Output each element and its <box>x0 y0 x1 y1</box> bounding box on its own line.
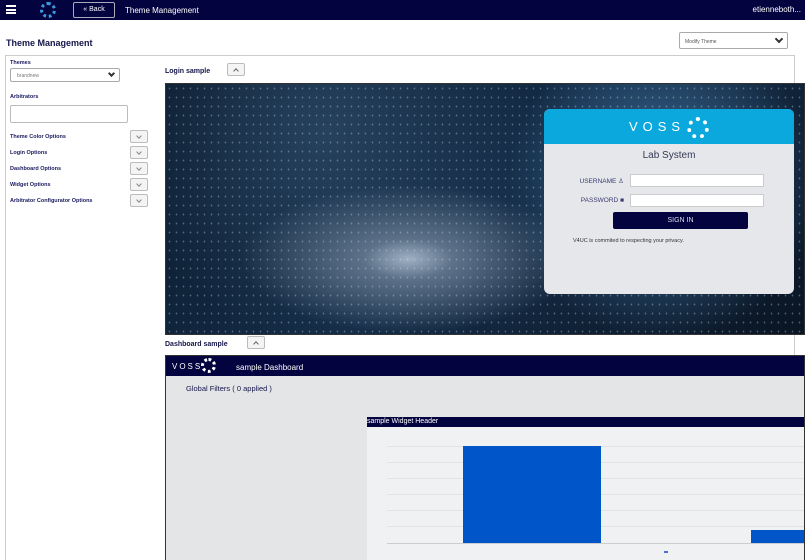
widget-options-toggle[interactable] <box>130 178 148 191</box>
privacy-text: V4UC is commited to respecting your priv… <box>573 238 684 244</box>
themes-select-value: brandnew <box>17 73 39 79</box>
back-button[interactable]: « Back <box>73 2 115 18</box>
login-card: VOSS Lab System USERNAME ♙ PASSWORD ■ SI… <box>544 109 794 294</box>
login-options-toggle[interactable] <box>130 146 148 159</box>
dashboard-sample-collapse-button[interactable] <box>247 336 265 349</box>
password-input[interactable] <box>630 194 764 207</box>
widget-header: sample Widget Header <box>367 417 804 427</box>
action-select-value: Modify Theme <box>685 39 717 45</box>
dashboard-title: sample Dashboard <box>236 363 304 372</box>
password-label: PASSWORD <box>580 197 619 204</box>
action-select[interactable]: Modify Theme <box>679 32 788 49</box>
brand-text: VOSS <box>172 362 203 371</box>
dashboard-preview: VOSS sample Dashboard Global Filters ( 0… <box>165 355 805 560</box>
login-sample-collapse-button[interactable] <box>227 63 245 76</box>
page-title: Theme Management <box>6 38 93 48</box>
system-name: Lab System <box>642 150 696 161</box>
global-filters[interactable]: Global Filters ( 0 applied ) <box>186 384 272 393</box>
chevron-down-icon <box>774 34 784 44</box>
top-bar: « Back Theme Management etienneboth... <box>0 0 805 20</box>
dashboard-sample-label: Dashboard sample <box>165 341 228 348</box>
sign-in-button[interactable]: SIGN IN <box>613 212 748 229</box>
lock-icon: ■ <box>620 197 624 204</box>
voss-logo-icon[interactable] <box>40 2 56 18</box>
topbar-title: Theme Management <box>125 6 199 15</box>
option-label: Dashboard Options <box>10 166 62 172</box>
voss-logo-icon <box>687 116 710 139</box>
x-axis <box>387 543 804 544</box>
arbitrator-configurator-options-toggle[interactable] <box>130 194 148 207</box>
username-input[interactable] <box>630 174 764 187</box>
arbitrators-input[interactable] <box>10 105 128 123</box>
arbitrators-label: Arbitrators <box>10 94 39 100</box>
login-card-header: VOSS <box>544 109 794 144</box>
option-label: Theme Color Options <box>10 134 66 140</box>
option-label: Arbitrator Configurator Options <box>10 198 93 204</box>
dashboard-options-toggle[interactable] <box>130 162 148 175</box>
chevron-down-icon <box>107 69 116 78</box>
option-label: Login Options <box>10 150 48 156</box>
user-menu[interactable]: etienneboth... <box>753 5 801 14</box>
option-label: Widget Options <box>10 182 51 188</box>
dashboard-header: VOSS sample Dashboard <box>166 356 804 376</box>
theme-color-options-toggle[interactable] <box>130 130 148 143</box>
menu-icon[interactable] <box>6 5 16 14</box>
themes-label: Themes <box>10 60 31 66</box>
voss-logo-icon <box>201 358 216 373</box>
login-preview: VOSS Lab System USERNAME ♙ PASSWORD ■ SI… <box>165 83 805 335</box>
chart-bar <box>751 530 804 543</box>
brand-text: VOSS <box>628 119 686 134</box>
sample-widget: sample Widget Header <box>367 417 804 560</box>
login-sample-label: Login sample <box>165 68 211 75</box>
themes-select[interactable]: brandnew <box>10 68 120 82</box>
user-icon: ♙ <box>618 178 624 185</box>
chart-bar <box>463 446 601 543</box>
username-label: USERNAME <box>579 178 617 185</box>
legend-swatch <box>664 551 668 553</box>
